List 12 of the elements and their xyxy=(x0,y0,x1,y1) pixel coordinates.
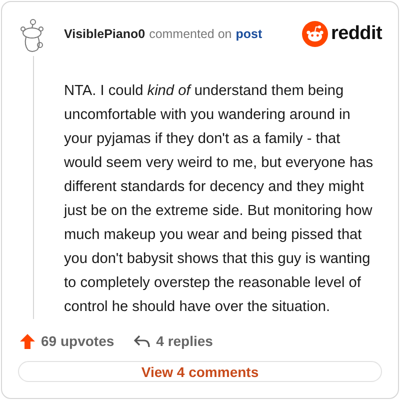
reply-icon[interactable] xyxy=(134,334,150,348)
upvote-icon[interactable] xyxy=(20,334,35,348)
avatar-icon xyxy=(20,18,46,54)
upvote-count: 69 upvotes xyxy=(41,333,114,349)
action-text: commented on xyxy=(149,27,232,41)
logo-wordmark: reddit xyxy=(331,23,382,45)
view-comments-button[interactable]: View 4 comments xyxy=(18,361,382,382)
post-link[interactable]: post xyxy=(236,27,262,41)
username[interactable]: VisiblePiano0 xyxy=(64,27,146,41)
alien-logo-icon xyxy=(302,21,328,47)
comment-text: NTA. I could kind of understand them being uncomfortable with you wandering around in your pyjamas if they don't as a family - that would seem very weird to me, but everyone has different standards for decency and they might just be on the extreme side. But monitoring how much makeup you wear and being pissed that you don't babysit shows that this guy is wanting to completely overstep the reasonable level of control he should have over the situation. xyxy=(64,82,374,317)
reply-count: 4 replies xyxy=(156,333,213,349)
